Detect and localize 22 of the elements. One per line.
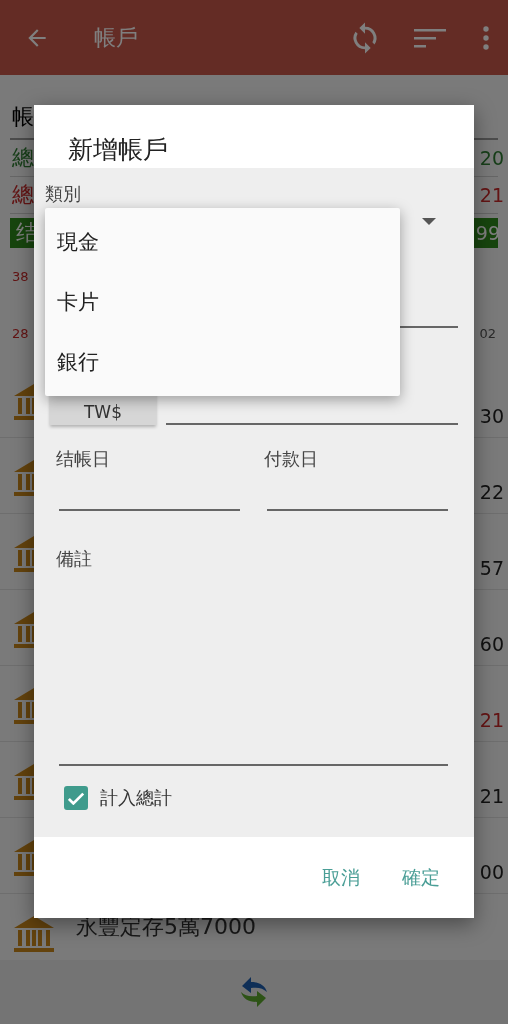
account-balance: 00 [479,861,504,883]
account-balance: 60 [479,633,504,655]
note-label: 備註 [56,547,93,571]
detail-amount: 38 [12,269,29,284]
account-balance: 22 [479,481,504,503]
account-balance: 21 [479,709,504,731]
payment-day-label: 付款日 [264,447,319,471]
total-label: 總 [12,181,34,209]
dialog-title: 新增帳戶 [34,105,474,168]
category-label: 類別 [45,182,82,206]
account-balance: 30 [479,405,504,427]
list-heading: 帳 [12,103,34,131]
closing-day-label: 结帳日 [56,447,111,471]
detail-amount: 02 [479,326,496,341]
account-balance: 57 [479,557,504,579]
detail-amount: 28 [12,326,29,341]
screen-title: 帳戶 [94,23,138,52]
checkbox-label: 計入總計 [100,786,172,810]
account-balance: 21 [479,785,504,807]
total-amount: 21 [479,184,504,206]
total-amount: 20 [479,147,504,169]
total-label: 總 [12,144,34,172]
